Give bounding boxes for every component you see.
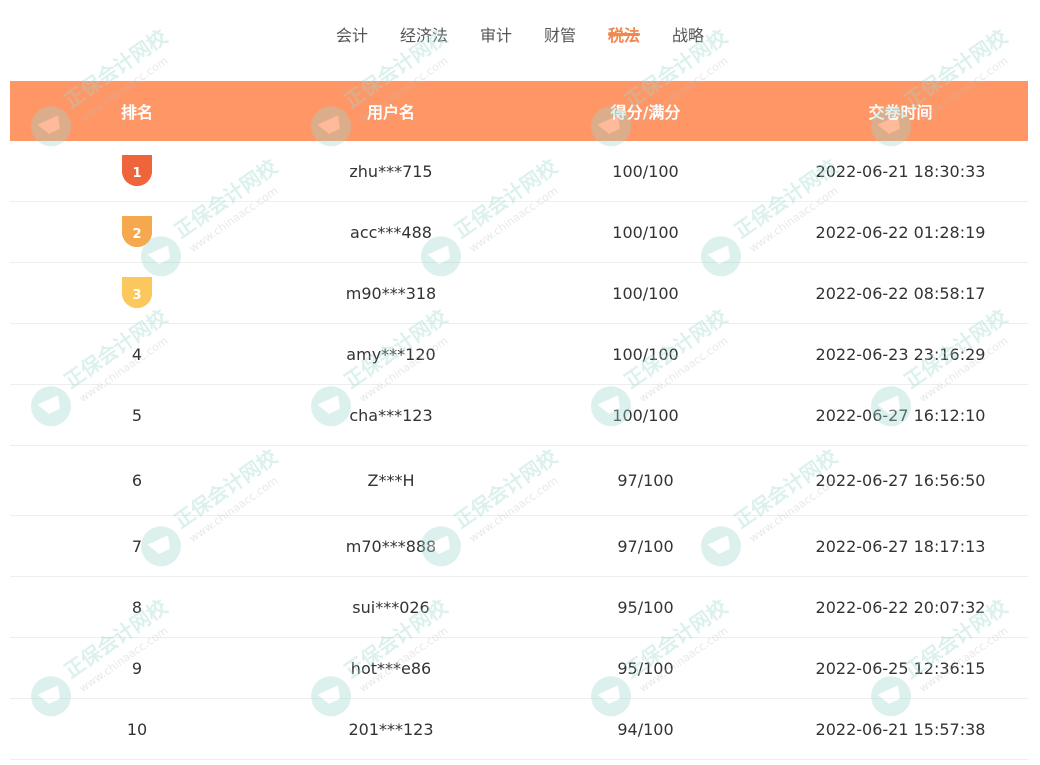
time-cell: 2022-06-27 16:56:50 (815, 471, 986, 490)
username-cell: sui***026 (352, 597, 430, 617)
username-cell: Z***H (367, 471, 415, 490)
rank-cell: 6 (131, 471, 143, 490)
medal-silver-icon: 2 (122, 216, 152, 247)
tab-shuifa[interactable]: 税法 (608, 0, 641, 45)
table-row: 10 201***123 94/100 2022-06-21 15:57:38 (10, 699, 1028, 760)
table-row: 8 sui***026 95/100 2022-06-22 20:07:32 (10, 577, 1028, 638)
medal-rank-text: 1 (132, 166, 141, 181)
medal-rank-text: 2 (132, 227, 141, 242)
table-row: 4 amy***120 100/100 2022-06-23 23:16:29 (10, 324, 1028, 385)
header-submit-time: 交卷时间 (868, 103, 933, 122)
tab-caiguan[interactable]: 财管 (544, 0, 576, 45)
table-row: 1 zhu***715 100/100 2022-06-21 18:30:33 (10, 141, 1028, 202)
time-cell: 2022-06-22 08:58:17 (815, 283, 986, 303)
tab-kuaiji[interactable]: 会计 (336, 0, 368, 45)
tab-shenji[interactable]: 审计 (480, 0, 512, 45)
header-username: 用户名 (366, 103, 415, 122)
score-cell: 100/100 (612, 283, 679, 303)
time-cell: 2022-06-22 01:28:19 (815, 222, 986, 242)
score-cell: 95/100 (617, 658, 674, 678)
time-cell: 2022-06-27 18:17:13 (815, 536, 986, 556)
time-cell: 2022-06-22 20:07:32 (815, 597, 986, 617)
table-row: 3 m90***318 100/100 2022-06-22 08:58:17 (10, 263, 1028, 324)
username-cell: amy***120 (346, 344, 436, 364)
username-cell: 201***123 (348, 719, 434, 739)
ranking-table: 排名 用户名 得分/满分 交卷时间 1 zhu***715 100/100 20… (10, 81, 1028, 760)
username-cell: m70***888 (345, 536, 437, 556)
table-header: 排名 用户名 得分/满分 交卷时间 (10, 81, 1028, 141)
medal-gold-icon: 1 (122, 155, 152, 186)
score-cell: 97/100 (617, 471, 674, 490)
score-cell: 94/100 (617, 719, 674, 739)
time-cell: 2022-06-23 23:16:29 (815, 344, 986, 364)
rank-cell: 7 (131, 536, 143, 556)
table-row: 9 hot***e86 95/100 2022-06-25 12:36:15 (10, 638, 1028, 699)
username-cell: cha***123 (349, 405, 433, 425)
score-cell: 100/100 (612, 405, 679, 425)
subject-tabs: 会计 经济法 审计 财管 税法 战略 (0, 0, 1040, 60)
score-cell: 97/100 (617, 536, 674, 556)
rank-cell: 5 (131, 405, 143, 425)
username-cell: m90***318 (345, 283, 437, 303)
score-cell: 100/100 (612, 161, 679, 181)
medal-bronze-icon: 3 (122, 277, 152, 308)
header-score: 得分/满分 (610, 103, 681, 122)
table-row: 7 m70***888 97/100 2022-06-27 18:17:13 (10, 516, 1028, 577)
username-cell: zhu***715 (349, 161, 433, 181)
rank-cell: 4 (131, 344, 143, 364)
tab-zhanlue[interactable]: 战略 (672, 0, 704, 45)
time-cell: 2022-06-21 18:30:33 (815, 161, 986, 181)
rank-cell: 10 (126, 719, 148, 739)
score-cell: 100/100 (612, 222, 679, 242)
rank-cell: 1 (10, 154, 264, 188)
rank-cell: 8 (131, 597, 143, 617)
time-cell: 2022-06-25 12:36:15 (815, 658, 986, 678)
medal-rank-text: 3 (132, 288, 141, 303)
table-row: 5 cha***123 100/100 2022-06-27 16:12:10 (10, 385, 1028, 446)
rank-cell: 9 (131, 658, 143, 678)
rank-cell: 2 (10, 215, 264, 249)
rank-cell: 3 (10, 276, 264, 310)
time-cell: 2022-06-27 16:12:10 (815, 405, 986, 425)
tab-jingjifa[interactable]: 经济法 (400, 0, 448, 45)
table-row: 2 acc***488 100/100 2022-06-22 01:28:19 (10, 202, 1028, 263)
score-cell: 95/100 (617, 597, 674, 617)
score-cell: 100/100 (612, 344, 679, 364)
username-cell: hot***e86 (350, 658, 432, 678)
header-rank: 排名 (120, 103, 153, 122)
time-cell: 2022-06-21 15:57:38 (815, 719, 986, 739)
table-row: 6 Z***H 97/100 2022-06-27 16:56:50 (10, 446, 1028, 516)
username-cell: acc***488 (350, 222, 432, 242)
